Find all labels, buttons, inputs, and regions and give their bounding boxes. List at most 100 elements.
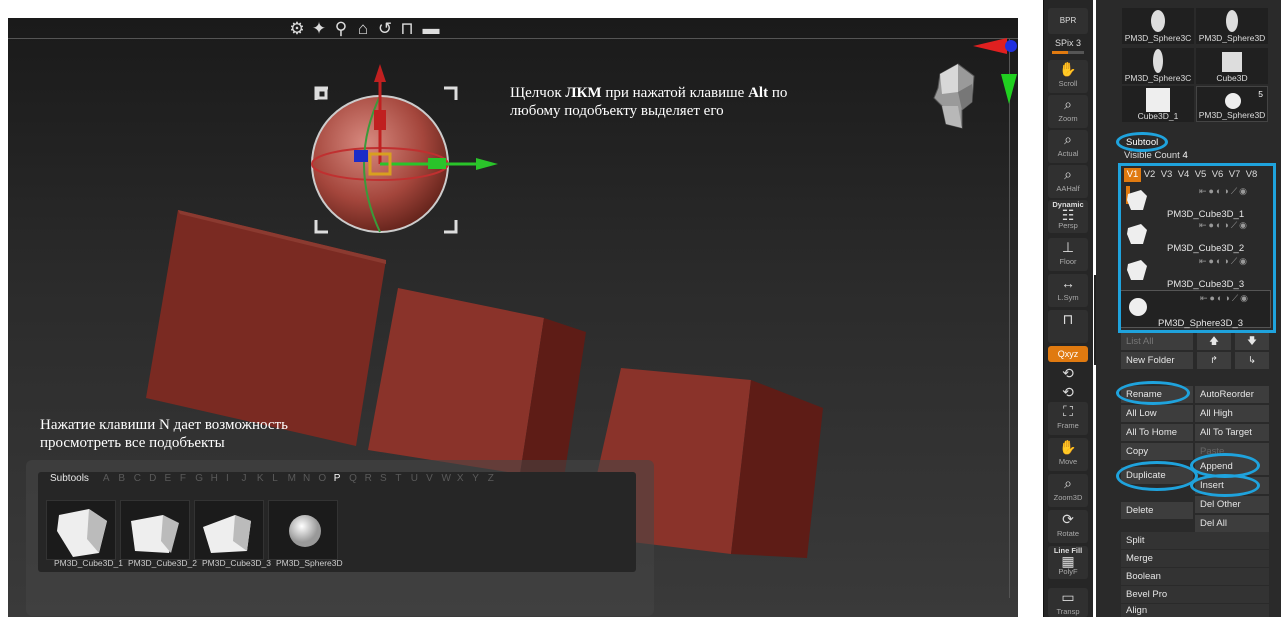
floor-icon: ⊥: [1061, 239, 1075, 255]
annotation-text: при нажатой клавише: [601, 85, 749, 101]
split-button[interactable]: Split: [1121, 532, 1269, 549]
letter-filter-f[interactable]: F: [180, 473, 195, 484]
arrow-up-button[interactable]: 🡅: [1197, 333, 1231, 350]
all-low-button[interactable]: All Low: [1121, 405, 1193, 422]
tool-thumb-selected[interactable]: 5 PM3D_Sphere3D: [1196, 86, 1268, 122]
aahalf-button[interactable]: ⌕ AAHalf: [1048, 165, 1088, 198]
annotation-select-subobject: Щелчок ЛКМ при нажатой клавише Alt по лю…: [510, 84, 787, 120]
annotation-n-key: Нажатие клавиши N дает возможность просм…: [40, 416, 288, 452]
navigator-head-icon[interactable]: [928, 54, 978, 134]
align-button[interactable]: Align: [1121, 604, 1269, 617]
list-all-button[interactable]: List All: [1121, 333, 1193, 350]
subtool-thumb-sphere3d[interactable]: [268, 500, 338, 560]
lsym-button[interactable]: ↔ L.Sym: [1048, 274, 1088, 307]
letter-filter-b[interactable]: B: [118, 473, 133, 484]
tool-thumb-label: PM3D_Sphere3D: [1198, 110, 1266, 120]
lock-camera-button[interactable]: ⊓: [1048, 310, 1088, 343]
letter-filter-z[interactable]: Z: [488, 473, 503, 484]
all-to-home-button[interactable]: All To Home: [1121, 424, 1193, 441]
letter-filter-m[interactable]: M: [288, 473, 303, 484]
letter-filter-a[interactable]: A: [103, 473, 118, 484]
letter-filter-g[interactable]: G: [195, 473, 210, 484]
zoom3d-button[interactable]: ⌕ Zoom3D: [1048, 474, 1088, 507]
letter-filter-u[interactable]: U: [411, 473, 426, 484]
lock-icon[interactable]: ⊓: [398, 20, 416, 40]
transp-button[interactable]: ▭ Transp: [1048, 588, 1088, 617]
letter-filter-r[interactable]: R: [365, 473, 380, 484]
letter-filter-c[interactable]: C: [134, 473, 149, 484]
all-high-button[interactable]: All High: [1195, 405, 1269, 422]
tool-label: BPR: [1059, 16, 1077, 25]
lock-camera-icon: ⊓: [1062, 311, 1074, 327]
scroll-button[interactable]: ✋ Scroll: [1048, 60, 1088, 93]
letter-filter-k[interactable]: K: [257, 473, 272, 484]
persp-button[interactable]: Dynamic ☷ Persp: [1048, 200, 1088, 233]
rotate-axis-icons[interactable]: ⟲ ⟲: [1048, 364, 1088, 400]
copy-button[interactable]: Copy: [1121, 443, 1193, 460]
letter-filter-v[interactable]: V: [426, 473, 441, 484]
minus-icon[interactable]: ▬: [420, 20, 442, 40]
tool-label: Frame: [1057, 421, 1079, 430]
letter-filter-y[interactable]: Y: [472, 473, 487, 484]
tool-thumb[interactable]: Cube3D: [1196, 48, 1268, 84]
del-other-button[interactable]: Del Other: [1195, 496, 1269, 513]
letter-filter-i[interactable]: I: [226, 473, 241, 484]
bpr-button[interactable]: BPR: [1048, 8, 1088, 34]
gear-icon[interactable]: ⚙: [288, 20, 306, 40]
merge-button[interactable]: Merge: [1121, 550, 1269, 567]
letter-filter-t[interactable]: T: [395, 473, 410, 484]
rotate-button[interactable]: ⟳ Rotate: [1048, 510, 1088, 543]
right-shelf-toolbar: BPR SPix 3 ✋ Scroll ⌕ Zoom ⌕ Actual ⌕ AAHalf…: [1043, 0, 1093, 617]
gizmo-z-axis[interactable]: [354, 150, 368, 162]
tool-thumb[interactable]: PM3D_Sphere3D: [1196, 8, 1268, 44]
pin-icon[interactable]: ✦: [310, 20, 328, 40]
letter-filter-o[interactable]: O: [318, 473, 333, 484]
home-icon[interactable]: ⌂: [354, 20, 372, 40]
undo-icon[interactable]: ↺: [376, 20, 394, 40]
new-folder-button[interactable]: New Folder: [1121, 352, 1193, 369]
letter-filter-n[interactable]: N: [303, 473, 318, 484]
del-all-button[interactable]: Del All: [1195, 515, 1269, 532]
zoom-button[interactable]: ⌕ Zoom: [1048, 95, 1088, 128]
move-up-button[interactable]: ↱: [1197, 352, 1231, 369]
subtool-thumb-cube3d-3[interactable]: [194, 500, 264, 560]
subtool-thumb-cube3d-1[interactable]: [46, 500, 116, 560]
tool-thumb[interactable]: Cube3D_1: [1122, 86, 1194, 122]
visible-count: Visible Count 4: [1124, 150, 1188, 161]
all-to-target-button[interactable]: All To Target: [1195, 424, 1269, 441]
tool-thumb[interactable]: PM3D_Sphere3C: [1122, 48, 1194, 84]
cube-pm3d-cube3d-2[interactable]: [368, 288, 588, 478]
letter-filter-e[interactable]: E: [164, 473, 179, 484]
tool-thumb-label: PM3D_Sphere3D: [1198, 33, 1266, 43]
annotation-text: любому подобъекту выделяет его: [510, 103, 724, 119]
location-icon[interactable]: ⚲: [332, 20, 350, 40]
letter-filter-h[interactable]: H: [211, 473, 226, 484]
move-down-button[interactable]: ↳: [1235, 352, 1269, 369]
actual-button[interactable]: ⌕ Actual: [1048, 130, 1088, 163]
viewport-canvas[interactable]: ⚙ ✦ ⚲ ⌂ ↺ ⊓ ▬ Щелчок ЛКМ при нажатой кла…: [8, 18, 1018, 617]
delete-button[interactable]: Delete: [1121, 502, 1193, 519]
letter-filter-x[interactable]: X: [457, 473, 472, 484]
frame-button[interactable]: ⛶ Frame: [1048, 402, 1088, 435]
subtool-thumb-cube3d-2[interactable]: [120, 500, 190, 560]
highlight-subtool-header: [1116, 132, 1168, 152]
xyz-button[interactable]: Qxyz: [1048, 346, 1088, 362]
move-button[interactable]: ✋ Move: [1048, 438, 1088, 471]
letter-filter-d[interactable]: D: [149, 473, 164, 484]
letter-filter-j[interactable]: J: [241, 473, 256, 484]
bevel-pro-button[interactable]: Bevel Pro: [1121, 586, 1269, 603]
spix-slider[interactable]: SPix 3: [1048, 38, 1088, 58]
letter-filter-w[interactable]: W: [442, 473, 457, 484]
annotation-text: Щелчок: [510, 85, 566, 101]
boolean-button[interactable]: Boolean: [1121, 568, 1269, 585]
letter-filter-p[interactable]: P: [334, 473, 349, 484]
visible-count-label: Visible Count: [1124, 150, 1180, 161]
floor-button[interactable]: ⊥ Floor: [1048, 238, 1088, 271]
letter-filter-l[interactable]: L: [272, 473, 287, 484]
autoreorder-button[interactable]: AutoReorder: [1195, 386, 1269, 403]
tool-thumb[interactable]: PM3D_Sphere3C: [1122, 8, 1194, 44]
arrow-down-button[interactable]: 🡇: [1235, 333, 1269, 350]
polyf-button[interactable]: Line Fill ▦ PolyF: [1048, 546, 1088, 579]
letter-filter-s[interactable]: S: [380, 473, 395, 484]
letter-filter-q[interactable]: Q: [349, 473, 364, 484]
